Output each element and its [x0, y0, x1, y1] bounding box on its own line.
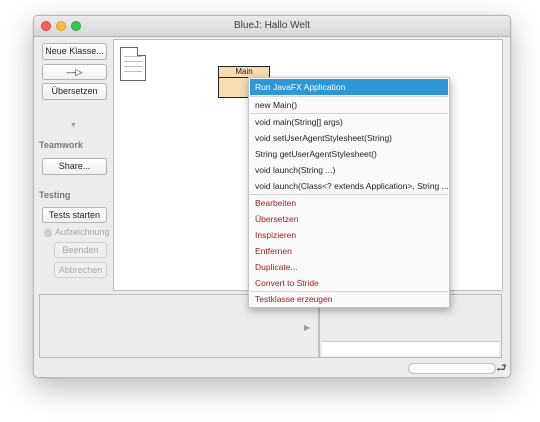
- menu-item-create-test-class[interactable]: Testklasse erzeugen: [250, 291, 448, 307]
- menu-item-new-main[interactable]: new Main(): [250, 97, 448, 113]
- end-button[interactable]: Beenden: [54, 242, 107, 258]
- wrap-arrow-icon[interactable]: ⮐: [496, 359, 507, 377]
- note-lines: [124, 56, 142, 76]
- menu-item-get-stylesheet[interactable]: String getUserAgentStylesheet(): [250, 146, 448, 162]
- title-bar: BlueJ: Hallo Welt: [34, 16, 510, 37]
- menu-item-convert-stride[interactable]: Convert to Stride: [250, 275, 448, 291]
- menu-item-remove[interactable]: Entfernen: [250, 243, 448, 259]
- menu-item-main-method[interactable]: void main(String[] args): [250, 114, 448, 130]
- codepad-input[interactable]: [322, 341, 499, 356]
- testing-heading: Testing: [39, 190, 71, 200]
- status-field: [408, 363, 496, 374]
- new-class-button[interactable]: Neue Klasse...: [42, 43, 107, 60]
- record-dot-icon: [44, 229, 52, 237]
- record-label: Aufzeichnung: [55, 227, 110, 237]
- window-title: BlueJ: Hallo Welt: [234, 20, 310, 31]
- teamwork-heading: Teamwork: [39, 140, 83, 150]
- menu-item-set-stylesheet[interactable]: void setUserAgentStylesheet(String): [250, 130, 448, 146]
- record-indicator[interactable]: Aufzeichnung: [44, 226, 114, 240]
- menu-item-inspect[interactable]: Inspizieren: [250, 227, 448, 243]
- menu-item-compile[interactable]: Übersetzen: [250, 211, 448, 227]
- run-tests-button[interactable]: Tests starten: [42, 207, 107, 223]
- compile-button[interactable]: Übersetzen: [42, 83, 107, 100]
- new-arrow-button[interactable]: —▷: [42, 64, 107, 80]
- menu-item-duplicate[interactable]: Duplicate...: [250, 259, 448, 275]
- menu-item-launch-string[interactable]: void launch(String ...): [250, 162, 448, 178]
- note-fold: [137, 47, 146, 56]
- menu-item-launch-class[interactable]: void launch(Class<? extends Application>…: [250, 178, 448, 194]
- collapse-chevron-icon[interactable]: ▼: [70, 122, 77, 129]
- object-bench-scroll-arrow-icon[interactable]: ▶: [304, 323, 310, 332]
- class-context-menu: Run JavaFX Application new Main() void m…: [248, 77, 450, 308]
- cancel-button[interactable]: Abbrechen: [54, 262, 107, 278]
- menu-item-edit[interactable]: Bearbeiten: [250, 195, 448, 211]
- menu-item-run-javafx[interactable]: Run JavaFX Application: [250, 79, 448, 95]
- readme-note-icon[interactable]: [120, 47, 146, 81]
- share-button[interactable]: Share...: [42, 158, 107, 175]
